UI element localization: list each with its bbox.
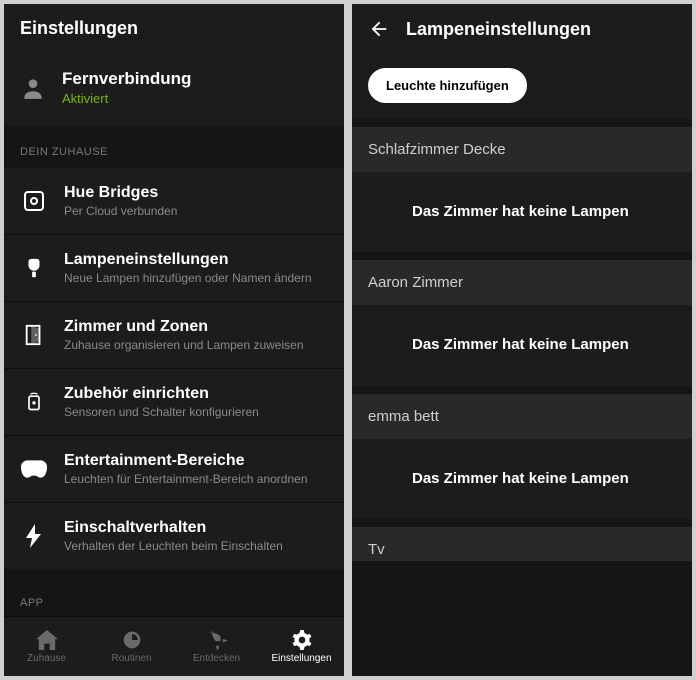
hue-bridges-item[interactable]: Hue Bridges Per Cloud verbunden <box>4 168 344 235</box>
accessory-icon <box>24 390 44 414</box>
gamepad-icon <box>21 459 47 479</box>
page-title: Einstellungen <box>20 18 138 39</box>
home-section: Hue Bridges Per Cloud verbunden Lampenei… <box>4 168 344 569</box>
room-header[interactable]: Aaron Zimmer <box>352 260 692 305</box>
room-header[interactable]: Tv <box>352 527 692 561</box>
home-icon <box>36 630 58 650</box>
section-home-label: DEIN ZUHAUSE <box>4 126 344 168</box>
lamp-settings-item[interactable]: Lampeneinstellungen Neue Lampen hinzufüg… <box>4 235 344 302</box>
lamp-settings-screen: Lampeneinstellungen Leuchte hinzufügen S… <box>352 4 692 676</box>
nav-routines[interactable]: Routinen <box>89 617 174 676</box>
lamp-header: Lampeneinstellungen <box>352 4 692 52</box>
rooms-zones-item[interactable]: Zimmer und Zonen Zuhause organisieren un… <box>4 302 344 369</box>
remote-status: Aktiviert <box>62 91 191 106</box>
power-on-item[interactable]: Einschaltverhalten Verhalten der Leuchte… <box>4 503 344 569</box>
clock-icon <box>122 630 142 650</box>
room-empty-state: Das Zimmer hat keine Lampen <box>352 305 692 385</box>
door-icon <box>23 323 45 347</box>
room-header[interactable]: emma bett <box>352 394 692 439</box>
nav-discover[interactable]: Entdecken <box>174 617 259 676</box>
bulb-icon <box>23 256 45 280</box>
remote-title: Fernverbindung <box>62 69 191 89</box>
bridge-icon <box>22 189 46 213</box>
bolt-icon <box>25 524 43 548</box>
room-empty-state: Das Zimmer hat keine Lampen <box>352 439 692 519</box>
lamp-content: Leuchte hinzufügen Schlafzimmer Decke Da… <box>352 52 692 676</box>
rocket-icon <box>207 630 227 650</box>
remote-connection-item[interactable]: Fernverbindung Aktiviert <box>4 51 344 126</box>
nav-settings[interactable]: Einstellungen <box>259 617 344 676</box>
room-header[interactable]: Schlafzimmer Decke <box>352 127 692 172</box>
gear-icon <box>292 630 312 650</box>
add-row: Leuchte hinzufügen <box>352 52 692 119</box>
settings-screen: Einstellungen Fernverbindung Aktiviert D… <box>4 4 344 676</box>
user-icon <box>20 75 46 101</box>
add-lamp-button[interactable]: Leuchte hinzufügen <box>368 68 527 103</box>
room-empty-state: Das Zimmer hat keine Lampen <box>352 172 692 252</box>
back-icon[interactable] <box>368 18 390 40</box>
lamp-page-title: Lampeneinstellungen <box>406 19 591 40</box>
bottom-nav: Zuhause Routinen Entdecken Einstellungen <box>4 616 344 676</box>
settings-content: Fernverbindung Aktiviert DEIN ZUHAUSE Hu… <box>4 51 344 616</box>
entertainment-item[interactable]: Entertainment-Bereiche Leuchten für Ente… <box>4 436 344 503</box>
accessory-setup-item[interactable]: Zubehör einrichten Sensoren und Schalter… <box>4 369 344 436</box>
settings-header: Einstellungen <box>4 4 344 51</box>
nav-home[interactable]: Zuhause <box>4 617 89 676</box>
section-app-label: APP <box>4 577 344 616</box>
